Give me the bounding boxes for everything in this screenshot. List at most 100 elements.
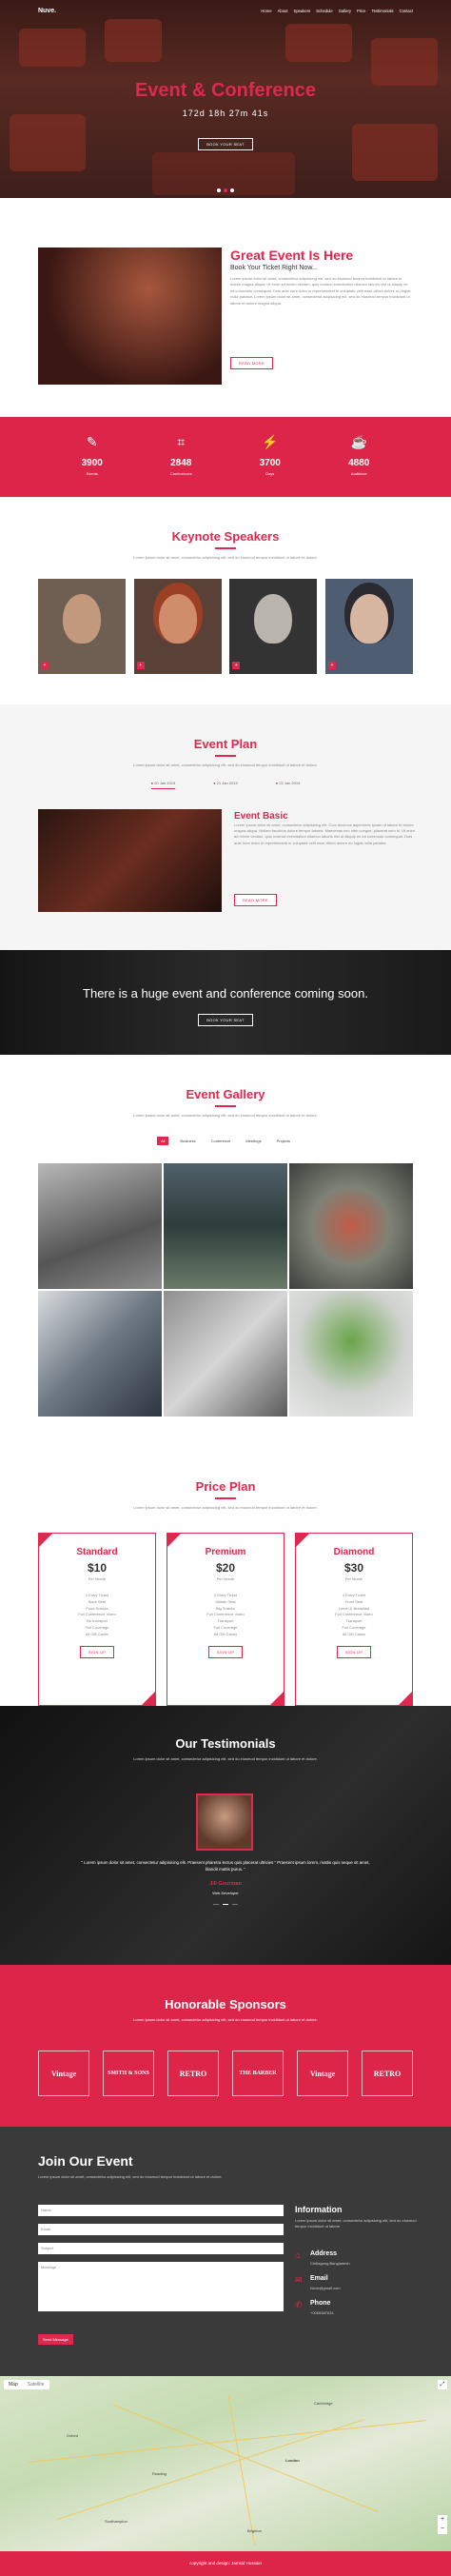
slider-dot-active[interactable] (223, 1904, 228, 1905)
tab-day-2[interactable]: ● 21 Jan 2019 (213, 781, 238, 789)
counter-value: 2848 (170, 458, 192, 468)
zoom-out-icon[interactable]: − (438, 2525, 447, 2534)
read-more-button[interactable]: READ MORE (230, 357, 273, 369)
menu-home[interactable]: Home (261, 9, 271, 13)
about-image (38, 248, 222, 385)
tab-day-1[interactable]: ● 20 Jan 2019 (150, 781, 176, 789)
fullscreen-icon[interactable]: ⤢ (438, 2380, 447, 2389)
name-field[interactable]: Name (38, 2205, 284, 2216)
day-tabs: ● 20 Jan 2019 ● 21 Jan 2019 ● 22 Jan 201… (0, 781, 451, 789)
sign-up-button[interactable]: SIGN UP (79, 1645, 115, 1658)
map-tab-map[interactable]: Map (4, 2380, 23, 2389)
filter-conference[interactable]: Conference (207, 1137, 235, 1145)
cta-title: There is a huge event and conference com… (83, 986, 368, 1001)
phone-icon: ✆ (295, 2300, 303, 2309)
event-image (38, 809, 222, 912)
speaker-card[interactable]: + (324, 579, 413, 674)
sponsor-logo[interactable]: THE BARBER (232, 2051, 284, 2096)
feature: Back Seat (88, 1598, 107, 1604)
section-subtitle: Lorem ipsum dolor sit amet, consectetur … (133, 1113, 318, 1118)
slider-dot[interactable] (213, 1904, 219, 1905)
counter-value: 4880 (348, 458, 370, 468)
menu-gallery[interactable]: Gallery (339, 9, 351, 13)
sponsor-logo[interactable]: SMITH & SONS (103, 2051, 154, 2096)
message-field[interactable]: Message (38, 2262, 284, 2311)
cta-section: There is a huge event and conference com… (0, 950, 451, 1055)
book-seat-button[interactable]: BOOK YOUR SEAT (198, 1014, 253, 1026)
gallery-image[interactable] (289, 1163, 413, 1289)
section-title: Keynote Speakers (171, 529, 280, 544)
site-logo[interactable]: Nuve. (38, 8, 56, 14)
speaker-card[interactable]: + (133, 579, 222, 674)
counter-label: Audience (350, 471, 367, 476)
slider-dot-active[interactable] (224, 188, 227, 192)
gallery-image[interactable] (38, 1163, 162, 1289)
feature: Transport (217, 1618, 234, 1624)
menu-about[interactable]: About (278, 9, 288, 13)
corner-decor (270, 1692, 284, 1705)
seat-decor (285, 24, 352, 62)
event-item-title: Event Basic (234, 811, 288, 822)
plan-price: $30 (343, 1561, 364, 1575)
price-card-premium: Premium $20 Per Month 2 Entry Ticket Mid… (167, 1533, 284, 1706)
sponsor-logo[interactable]: RETRO (362, 2051, 413, 2096)
slider-dot[interactable] (232, 1904, 238, 1905)
map-city-label: London (285, 2458, 300, 2463)
countdown: 172d 18h 27m 41s (182, 109, 269, 118)
menu-price[interactable]: Price (357, 9, 366, 13)
map-city-label: Oxford (67, 2433, 79, 2438)
map-tab-satellite[interactable]: Satellite (23, 2380, 49, 2389)
gallery-image[interactable] (164, 1163, 287, 1289)
slider-dot[interactable] (217, 188, 221, 192)
menu-speakers[interactable]: Speakers (294, 9, 311, 13)
tab-label: 22 Jan 2019 (279, 781, 301, 785)
speaker-card[interactable]: + (229, 579, 318, 674)
tab-day-3[interactable]: ● 22 Jan 2019 (276, 781, 301, 789)
plus-icon[interactable]: + (136, 662, 145, 669)
sponsor-logo[interactable]: Vintage (38, 2051, 89, 2096)
speaker-card[interactable]: + (38, 579, 126, 674)
crop-icon: ⌗ (177, 434, 186, 449)
subject-field[interactable]: Subject (38, 2243, 284, 2254)
speaker-photo (254, 594, 293, 644)
seat-decor (19, 29, 86, 67)
counter-label: Events (86, 471, 98, 476)
menu-schedule[interactable]: Schedule (316, 9, 332, 13)
sponsor-logo[interactable]: Vintage (297, 2051, 348, 2096)
plus-icon[interactable]: + (232, 662, 241, 669)
gallery-image[interactable] (38, 1291, 162, 1417)
tab-label: 21 Jan 2019 (216, 781, 238, 785)
read-more-button[interactable]: READ MORE (234, 894, 277, 906)
avatar (196, 1793, 253, 1851)
email-value: Nuve@gmail.com (310, 2286, 341, 2290)
plus-icon[interactable]: + (327, 662, 336, 669)
testimonials-section: Our Testimonials Lorem ipsum dolor sit a… (0, 1706, 451, 1965)
phone-value: +0065387634 (310, 2310, 334, 2315)
send-message-button[interactable]: Send Message (38, 2334, 73, 2345)
feature: Full Conference Video (206, 1612, 245, 1617)
map-pin-icon: ⌂ (295, 2250, 301, 2260)
filter-projects[interactable]: Projects (273, 1137, 294, 1145)
sign-up-button[interactable]: SIGN UP (336, 1645, 372, 1658)
menu-contact[interactable]: Contact (400, 9, 413, 13)
email-label: Email (310, 2275, 328, 2282)
hero-title: Event & Conference (134, 80, 317, 101)
sponsor-logo[interactable]: RETRO (167, 2051, 219, 2096)
gallery-image[interactable] (289, 1291, 413, 1417)
filter-business[interactable]: Business (176, 1137, 199, 1145)
map-embed[interactable]: Oxford London Reading Brighton Cambridge… (0, 2376, 451, 2551)
slider-dots (0, 188, 451, 192)
zoom-in-icon[interactable]: + (438, 2515, 447, 2525)
hero-section: Event & Conference 172d 18h 27m 41s BOOK… (0, 0, 451, 198)
plus-icon[interactable]: + (41, 662, 49, 669)
slider-dot[interactable] (230, 188, 234, 192)
book-seat-button[interactable]: BOOK YOUR SEAT (198, 138, 253, 150)
filter-all[interactable]: All (156, 1137, 169, 1145)
menu-testimonials[interactable]: Testimonials (372, 9, 394, 13)
filter-meetings[interactable]: Meetings (242, 1137, 265, 1145)
email-field[interactable]: Email (38, 2224, 284, 2235)
sign-up-button[interactable]: SIGN UP (207, 1645, 244, 1658)
feature-list: 4 Entry Ticket Front Seat Lunch & Breakf… (296, 1593, 412, 1638)
address-label: Address (310, 2250, 338, 2257)
gallery-image[interactable] (164, 1291, 287, 1417)
